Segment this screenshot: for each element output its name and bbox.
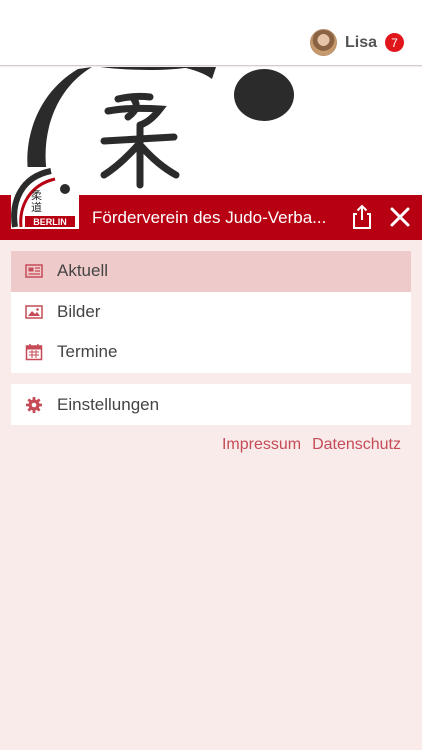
menu-item-aktuell[interactable]: Aktuell [11, 251, 411, 292]
avatar[interactable] [309, 29, 337, 56]
footer-links: Impressum Datenschutz [222, 436, 401, 454]
menu-item-label: Aktuell [57, 261, 109, 281]
svg-text:道: 道 [31, 200, 42, 214]
page-title: Förderverein des Judo-Verba... [92, 208, 327, 227]
kanji-artwork [100, 92, 180, 189]
menu-item-label: Bilder [57, 301, 101, 321]
logo-text: BERLIN [33, 217, 67, 227]
club-logo: 柔 道 BERLIN [11, 167, 79, 229]
notification-badge[interactable]: 7 [385, 33, 404, 52]
impressum-link[interactable]: Impressum [222, 436, 301, 454]
ink-dot [234, 69, 294, 121]
datenschutz-link[interactable]: Datenschutz [312, 436, 401, 454]
username[interactable]: Lisa [345, 34, 377, 52]
top-bar: Lisa 7 [0, 0, 422, 66]
gear-icon [25, 396, 43, 414]
menu-item-termine[interactable]: Termine [11, 332, 411, 373]
newspaper-icon [25, 262, 43, 280]
menu-item-bilder[interactable]: Bilder [11, 292, 411, 333]
user-profile[interactable]: Lisa 7 [309, 29, 404, 56]
close-button[interactable] [386, 203, 414, 231]
menu-item-label: Termine [57, 342, 118, 362]
image-icon [25, 303, 43, 321]
side-menu: Aktuell Bilder Termine [11, 251, 411, 373]
share-icon [353, 204, 371, 229]
calendar-icon [25, 343, 43, 361]
settings-label: Einstellungen [57, 394, 160, 414]
close-icon [390, 207, 410, 227]
share-button[interactable] [348, 203, 376, 231]
menu-item-einstellungen[interactable]: Einstellungen [11, 384, 411, 425]
